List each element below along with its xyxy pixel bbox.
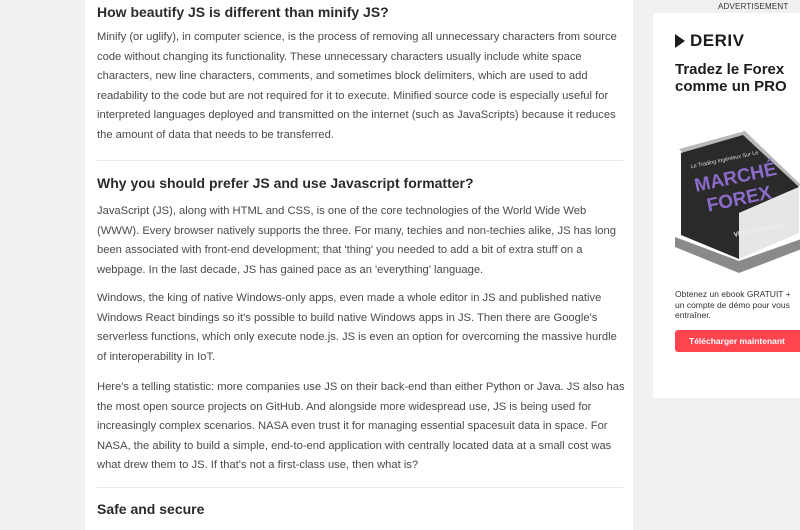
ad-headline: Tradez le Forex comme un PRO <box>675 61 787 95</box>
paragraph-windows: Windows, the king of native Windows-only… <box>97 292 617 363</box>
paragraph-minify: Minify (or uglify), in computer science,… <box>97 31 617 141</box>
forex-ebook-image: Le Trading Ingénieux Sur Le MARCHÉ FOREX… <box>675 131 800 273</box>
deriv-logo: DERIV <box>675 31 744 51</box>
advertisement-label: ADVERTISEMENT <box>718 2 789 11</box>
deriv-logo-icon <box>675 34 685 48</box>
paragraph-javascript-intro: JavaScript (JS), along with HTML and CSS… <box>97 205 616 276</box>
ad-banner[interactable]: DERIV Tradez le Forex comme un PRO Le Tr… <box>653 13 800 398</box>
section-heading-beautify-vs-minify: How beautify JS is different than minify… <box>97 4 389 20</box>
ad-body-text: Obtenez un ebook GRATUIT + un compte de … <box>675 289 791 320</box>
section-divider <box>97 487 623 488</box>
deriv-brand-name: DERIV <box>690 31 745 50</box>
article-content: How beautify JS is different than minify… <box>85 0 633 530</box>
section-divider <box>97 160 623 161</box>
download-now-button[interactable]: Télécharger maintenant <box>675 330 800 352</box>
paragraph-statistic: Here's a telling statistic: more compani… <box>97 381 625 472</box>
section-heading-safe-secure: Safe and secure <box>97 501 205 517</box>
section-heading-why-prefer-js: Why you should prefer JS and use Javascr… <box>97 175 474 191</box>
